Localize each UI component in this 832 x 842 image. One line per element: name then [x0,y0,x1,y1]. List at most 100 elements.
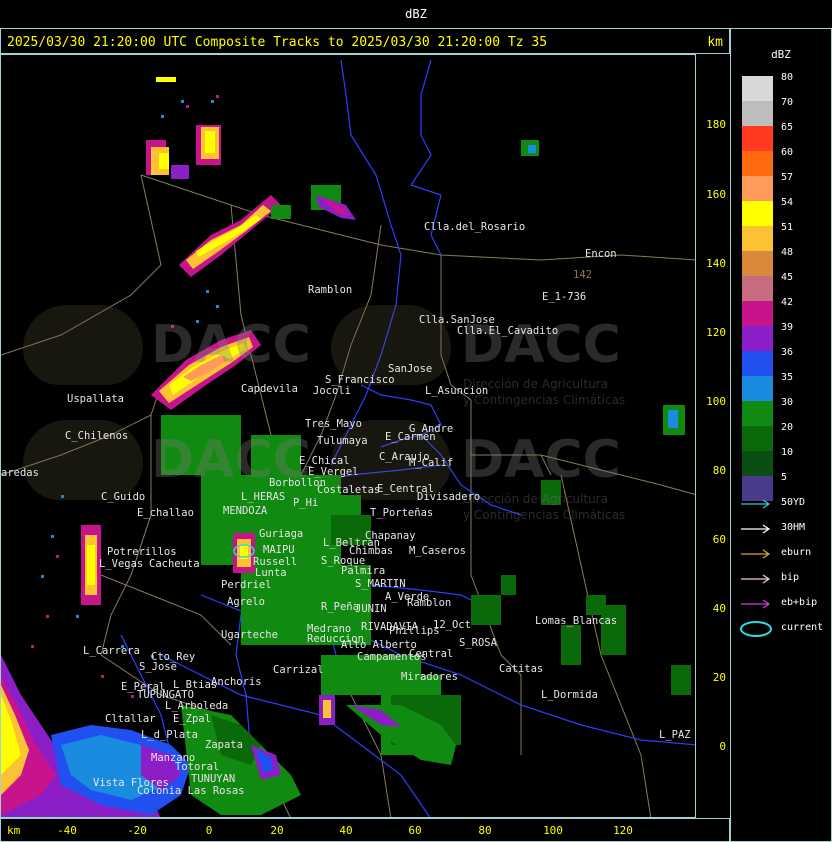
city-label: JUNIN [355,603,387,615]
city-label: S_Jose [139,661,177,673]
city-label: Lunta [255,567,287,579]
city-label: Jocoli [313,385,351,397]
x-unit-label: km [7,824,21,837]
city-label: L_Carrera [83,645,140,657]
y-axis: 180 160 140 120 100 80 60 40 20 0 [696,54,730,818]
city-label: Ramblon [308,284,353,296]
city-label: L_Arboleda [165,700,229,712]
city-label: Carrizal [273,664,324,676]
city-label: 142 [573,269,592,281]
legend-swatch [742,76,773,101]
track-legend-label: 50YD [781,497,806,508]
city-label: Tres_Mayo [305,418,362,430]
city-label: Tulumaya [317,435,368,447]
watermark-line1: Dirección de Agricultura [463,492,608,506]
legend-swatch [742,326,773,351]
track-arrow-icon [741,549,771,559]
city-label: Phillips [389,625,440,637]
x-axis: km -40 -20 0 20 40 60 80 100 120 [0,818,730,842]
radar-map[interactable]: DACC DACC Dirección de Agricultura y Con… [0,54,696,818]
timestamp-header: 2025/03/30 21:20:00 UTC Composite Tracks… [7,35,548,50]
city-label: L_Vegas [99,558,144,570]
legend-title: dBZ [771,48,791,61]
x-tick-label: 80 [478,824,492,837]
y-tick-label: 160 [706,188,726,201]
y-tick-label: 20 [712,671,726,684]
x-tick-label: 100 [543,824,563,837]
legend-swatch [742,176,773,201]
x-tick-label: 120 [613,824,633,837]
watermark-brand: DACC [151,315,311,375]
legend-level-label: 57 [781,172,794,183]
y-unit-label: km [707,35,723,50]
city-label: Guriaga [259,528,304,540]
track-legend-label: current [781,622,824,633]
city-label: Catitas [499,663,544,675]
x-tick-label: 60 [408,824,422,837]
city-label: L_PAZ [659,729,691,741]
city-label: Colonia Las Rosas [137,785,245,797]
city-label: Lomas_Blancas [535,615,618,627]
city-label: aredas [1,467,39,479]
track-arrow-icon [741,599,771,609]
legend-swatch [742,251,773,276]
city-label: Anchoris [211,676,262,688]
city-label: S_MARTIN [355,578,406,590]
legend-swatch [742,101,773,126]
legend-level-label: 35 [781,372,794,383]
legend-level-label: 54 [781,197,794,208]
legend-level-label: 70 [781,97,794,108]
legend-level-label: 48 [781,247,794,258]
city-label: Uspallata [67,393,124,405]
city-label: Zapata [205,739,243,751]
legend-swatch [742,276,773,301]
city-label: Costaletas [317,484,381,496]
watermark-brand: DACC [461,430,621,490]
y-tick-label: 0 [719,740,726,753]
legend-swatch [742,351,773,376]
y-tick-label: 40 [712,602,726,615]
legend-panel: dBZ 80 70 65 60 57 54 51 48 45 42 39 36 35 30 20 10 5 50… [730,28,832,842]
legend-level-label: 10 [781,447,794,458]
y-tick-label: 80 [712,464,726,477]
city-label: L_HERAS [241,491,286,503]
x-tick-label: -20 [127,824,147,837]
y-tick-label: 120 [706,326,726,339]
legend-swatch [742,376,773,401]
city-label: Potrerillos [107,546,177,558]
city-label: Cltallar [105,713,156,725]
legend-swatch [742,451,773,476]
track-legend-label: 30HM [781,522,806,533]
city-label: MENDOZA [223,505,268,517]
city-label: Divisadero [417,491,481,503]
legend-swatch [742,226,773,251]
legend-level-label: 5 [781,472,788,483]
legend-level-label: 36 [781,347,794,358]
city-label: Capdevila [241,383,298,395]
city-label: 12_Oct [433,619,471,631]
legend-swatch [742,301,773,326]
legend-swatch [742,126,773,151]
city-label: M_Calif [409,457,454,469]
city-label: SanJose [388,363,433,375]
city-label: E_Zpal [173,713,211,725]
city-label: Ramblon [407,597,452,609]
city-label: E_1-736 [542,291,587,303]
y-tick-label: 100 [706,395,726,408]
city-label: TUNUYAN [191,773,236,785]
legend-swatch [742,151,773,176]
track-legend-label: eb+bip [781,597,818,608]
track-arrow-icon [741,574,771,584]
legend-level-label: 20 [781,422,794,433]
city-label: R_Peña [321,601,359,613]
y-tick-label: 180 [706,118,726,131]
city-label: S_ROSA [459,637,497,649]
legend-level-label: 80 [781,72,794,83]
legend-swatch [742,401,773,426]
product-title: dBZ [405,7,427,21]
city-label: P_Hi [293,497,319,509]
city-label: Agrelo [227,596,265,608]
city-label: Palmira [341,565,386,577]
y-tick-label: 140 [706,257,726,270]
legend-level-label: 39 [781,322,794,333]
